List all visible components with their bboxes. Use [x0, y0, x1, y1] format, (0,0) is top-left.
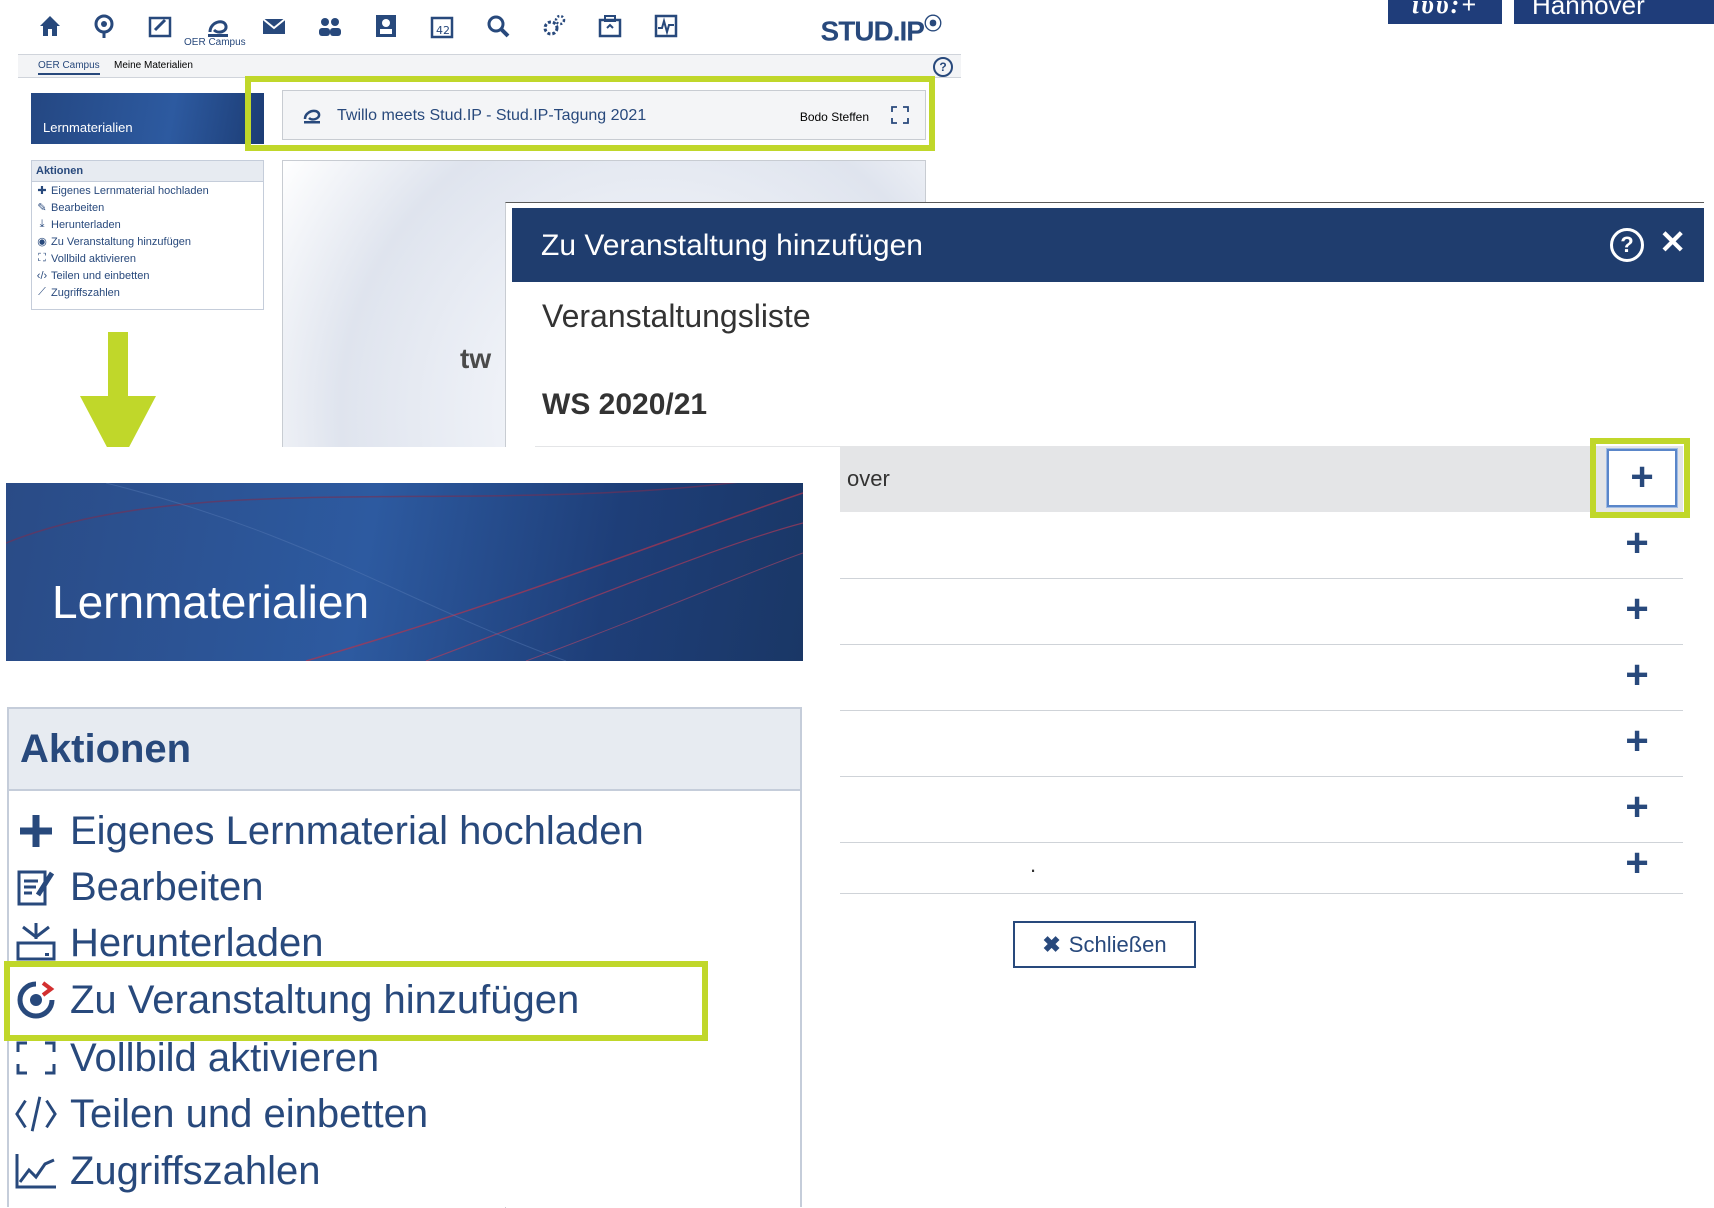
action-upload[interactable]: Eigenes Lernmaterial hochladen	[14, 803, 644, 859]
stats-icon	[14, 1149, 58, 1193]
sidebar-title: Lernmaterialien	[43, 120, 133, 135]
sidebar-banner: Lernmaterialien	[6, 483, 803, 661]
add-course-button[interactable]: +	[1617, 523, 1657, 564]
close-icon: ✖	[1042, 931, 1061, 957]
home-icon[interactable]	[30, 6, 70, 46]
highlight-add-to-course	[4, 961, 708, 1041]
stats-icon: ⟋	[38, 286, 46, 298]
sidebar-title: Lernmaterialien	[52, 576, 370, 628]
close-button[interactable]: ✖ Schließen	[1013, 921, 1196, 968]
activity-icon[interactable]	[84, 6, 124, 46]
tab-meine-materialien[interactable]: Meine Materialien	[114, 60, 193, 71]
highlight-add-button	[1590, 438, 1690, 518]
add-course-button[interactable]: +	[1617, 655, 1657, 696]
help-icon[interactable]: ?	[933, 57, 953, 77]
courses-icon[interactable]	[140, 6, 180, 46]
edit-icon: ✎	[37, 202, 47, 214]
highlight-material-header	[245, 76, 935, 151]
dialog-title-bar: Zu Veranstaltung hinzufügen ? ✕	[512, 208, 1704, 282]
preview-text: tw	[460, 343, 492, 374]
close-icon[interactable]: ✕	[1659, 223, 1686, 261]
actions-heading: Aktionen	[32, 161, 263, 182]
university-logo: ιυυ:+	[1388, 0, 1502, 24]
stats-icon[interactable]	[646, 6, 686, 46]
sidebar-banner: Lernmaterialien	[31, 93, 264, 144]
help-icon[interactable]: ?	[1610, 228, 1644, 262]
admin-icon[interactable]	[590, 6, 630, 46]
tools-icon[interactable]	[534, 6, 574, 46]
action-upload[interactable]: ✚ Eigenes Lernmaterial hochladen	[32, 182, 263, 199]
studip-logo[interactable]: STUD.IP⦿	[821, 10, 942, 47]
community-icon[interactable]	[310, 6, 350, 46]
semester-heading: WS 2020/21	[542, 388, 708, 421]
nav-active-label: OER Campus	[184, 37, 246, 48]
action-stats[interactable]: ⟋ Zugriffszahlen	[32, 284, 263, 301]
mail-icon[interactable]	[254, 6, 294, 46]
calendar-icon[interactable]: 42	[422, 6, 462, 46]
fullscreen-icon: ⛶	[38, 252, 46, 264]
university-logo-city: Hannover	[1514, 0, 1714, 24]
action-stats[interactable]: Zugriffszahlen	[14, 1143, 321, 1199]
main-navigation: OER Campus 42 STUD.IP⦿	[18, 0, 961, 56]
course-list-title: Veranstaltungsliste	[542, 298, 811, 334]
action-embed[interactable]: ‹/› Teilen und einbetten	[32, 267, 263, 284]
add-course-button[interactable]: +	[1617, 787, 1657, 828]
edit-icon	[14, 865, 58, 909]
action-edit[interactable]: ✎ Bearbeiten	[32, 199, 263, 216]
sub-navigation: OER Campus Meine Materialien ?	[18, 55, 961, 78]
sidebar-actions: Aktionen ✚ Eigenes Lernmaterial hochladen…	[31, 160, 264, 310]
action-edit[interactable]: Bearbeiten	[14, 859, 263, 915]
profile-icon[interactable]	[366, 6, 406, 46]
dialog-title: Zu Veranstaltung hinzufügen	[541, 229, 923, 262]
course-name: over	[847, 466, 890, 491]
actions-heading: Aktionen	[9, 709, 800, 791]
plus-icon	[14, 809, 58, 853]
fullscreen-icon	[14, 1036, 58, 1080]
action-add-to-course[interactable]: ◉ Zu Veranstaltung hinzufügen	[32, 233, 263, 250]
search-icon[interactable]	[478, 6, 518, 46]
add-course-button[interactable]: +	[1617, 721, 1657, 762]
add-course-button[interactable]: +	[1617, 843, 1657, 884]
download-icon: ⤓	[39, 218, 45, 230]
action-embed[interactable]: Teilen und einbetten	[14, 1086, 428, 1142]
tab-oer-campus[interactable]: OER Campus	[38, 60, 100, 75]
plus-icon: ✚	[37, 185, 47, 197]
embed-icon: ‹/›	[36, 269, 48, 282]
embed-icon	[14, 1092, 58, 1136]
download-icon	[14, 921, 58, 965]
course-name: .	[1030, 852, 1037, 877]
action-download[interactable]: ⤓ Herunterladen	[32, 216, 263, 233]
action-fullscreen[interactable]: ⛶ Vollbild aktivieren	[32, 250, 263, 267]
add-course-button[interactable]: +	[1617, 589, 1657, 630]
add-to-course-icon: ◉	[37, 236, 47, 248]
svg-text:42: 42	[436, 24, 450, 37]
